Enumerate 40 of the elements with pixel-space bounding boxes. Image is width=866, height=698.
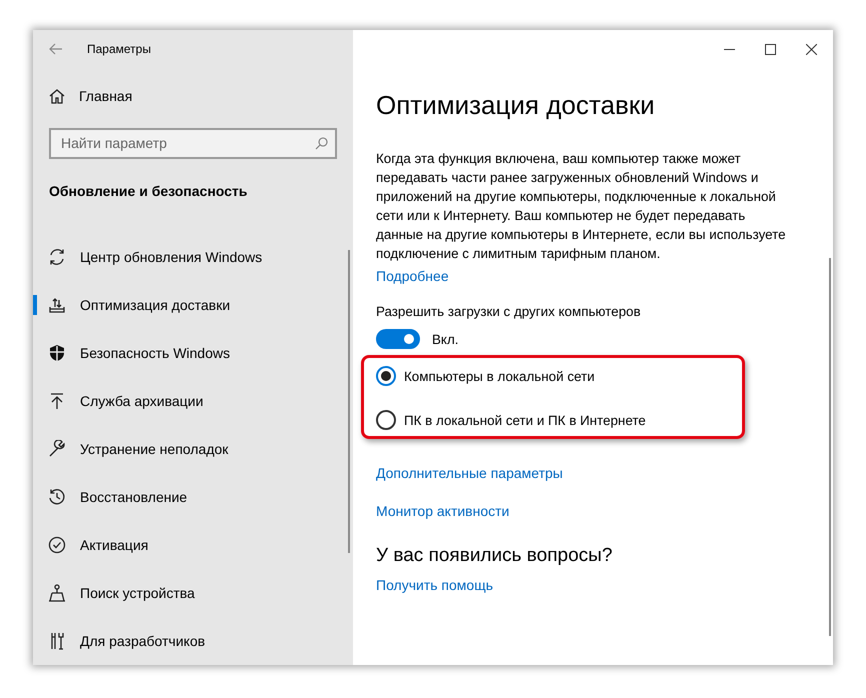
refresh-icon — [48, 248, 66, 266]
sidebar-item[interactable]: Восстановление — [33, 472, 353, 521]
home-nav-item[interactable]: Главная — [33, 68, 353, 111]
sidebar-item[interactable]: Активация — [33, 520, 353, 569]
maximize-icon[interactable] — [765, 44, 776, 54]
upload-tray-icon — [48, 296, 66, 314]
sidebar-item[interactable]: Оптимизация доставки — [33, 280, 353, 329]
check-circle-icon — [48, 536, 66, 554]
radio-button[interactable] — [376, 410, 396, 430]
sidebar-item[interactable]: Устранение неполадок — [33, 424, 353, 473]
radio-button[interactable] — [376, 366, 396, 386]
radio-label: Компьютеры в локальной сети — [404, 368, 595, 384]
radio-label: ПК в локальной сети и ПК в Интернете — [404, 412, 646, 428]
person-pin-icon — [48, 584, 66, 602]
section-heading: Обновление и безопасность — [48, 182, 248, 201]
more-link[interactable]: Подробнее — [376, 268, 833, 284]
sidebar-item[interactable]: Поиск устройства — [33, 568, 353, 617]
shield-icon — [48, 344, 66, 362]
history-icon — [48, 488, 66, 506]
help-heading: У вас появились вопросы? — [376, 545, 614, 567]
description-text: Когда эта функция включена, ваш компьютер также может передавать части ранее загруженных обновлений Windows и приложений на другие компьютеры, подключенные к локальной сети или к Интернету. Ваш компьютер не будет передавать данные на другие компьютеры в Интернете, если вы используете подключение с лимитным тарифным планом. — [376, 150, 786, 263]
close-icon[interactable] — [806, 44, 817, 54]
sidebar-item[interactable]: Безопасность Windows — [33, 328, 353, 377]
sidebar-item[interactable]: Центр обновления Windows — [33, 232, 353, 281]
sidebar-item[interactable]: Служба архивации — [33, 376, 353, 425]
search-field[interactable]: Найти параметр — [49, 128, 337, 159]
search-icon — [315, 136, 328, 150]
back-arrow-icon[interactable] — [49, 43, 63, 56]
settings-link[interactable]: Дополнительные параметры — [376, 465, 833, 481]
help-link[interactable]: Получить помощь — [376, 577, 833, 593]
wrench-icon — [48, 440, 66, 458]
toggle-label: Разрешить загрузки с других компьютеров — [376, 304, 642, 319]
upload-arrow-icon — [48, 392, 66, 410]
page-title: Оптимизация доставки — [376, 90, 656, 121]
window-title: Параметры — [87, 42, 151, 56]
toggle-switch[interactable] — [376, 329, 420, 349]
toggle-state-text: Вкл. — [432, 332, 458, 346]
sidebar-item[interactable]: Для разработчиков — [33, 616, 353, 665]
settings-link[interactable]: Монитор активности — [376, 503, 833, 519]
home-icon — [49, 88, 65, 104]
